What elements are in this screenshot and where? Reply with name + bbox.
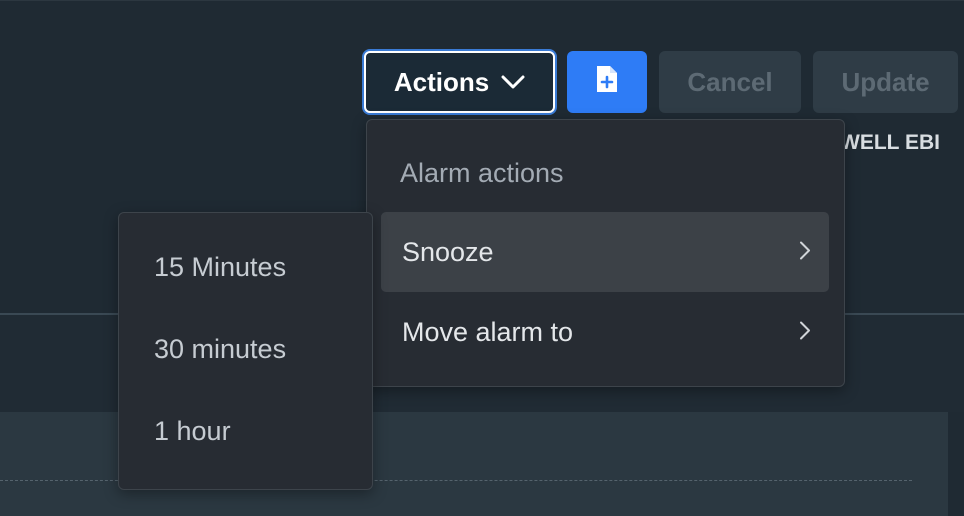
panel-edge xyxy=(948,412,964,516)
cancel-button[interactable]: Cancel xyxy=(659,51,801,113)
menu-header: Alarm actions xyxy=(400,158,564,188)
chevron-right-icon xyxy=(799,237,811,268)
menu-item-snooze[interactable]: Snooze xyxy=(381,212,829,292)
submenu-item-30-minutes[interactable]: 30 minutes xyxy=(154,334,286,365)
actions-menu: Alarm actions Snooze Move alarm to xyxy=(366,119,845,387)
submenu-item-15-minutes[interactable]: 15 Minutes xyxy=(154,252,286,283)
menu-item-move-alarm[interactable]: Move alarm to xyxy=(381,292,829,372)
header-link-label: YWELL EBI xyxy=(843,131,940,154)
update-button[interactable]: Update xyxy=(813,51,958,113)
actions-button-label: Actions xyxy=(393,66,490,97)
menu-item-label: Move alarm to xyxy=(402,316,574,347)
header-link[interactable]: YWELL EBI xyxy=(843,131,964,155)
chevron-down-icon xyxy=(501,75,525,89)
new-document-button[interactable] xyxy=(567,51,647,113)
menu-item-label: Snooze xyxy=(402,236,494,267)
snooze-submenu: 15 Minutes 30 minutes 1 hour xyxy=(118,212,373,490)
file-plus-icon xyxy=(595,64,619,101)
submenu-item-1-hour[interactable]: 1 hour xyxy=(154,416,231,447)
chevron-right-icon xyxy=(799,317,811,348)
actions-dropdown-button[interactable]: Actions xyxy=(364,51,555,113)
